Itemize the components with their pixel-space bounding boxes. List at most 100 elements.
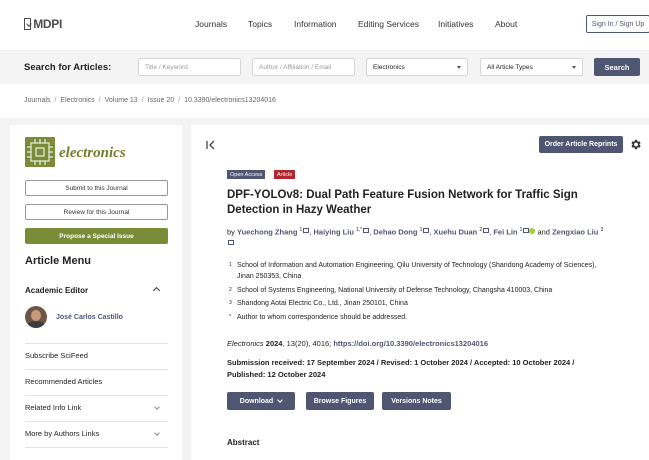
- by-label: by: [227, 227, 235, 237]
- mail-icon[interactable]: [303, 228, 310, 233]
- doi-link[interactable]: https://doi.org/10.3390/electronics13204…: [333, 339, 488, 348]
- journal-select[interactable]: Electronics: [366, 58, 468, 76]
- article-type-badge: Article: [274, 170, 296, 179]
- author-affiliation-sup: 1: [519, 227, 523, 233]
- editor-name-link[interactable]: José Carlos Castillo: [56, 314, 123, 321]
- article-menu-title: Article Menu: [25, 255, 92, 267]
- divider: [25, 395, 168, 396]
- author-affiliation-sup: 1: [299, 227, 303, 233]
- affiliation-number: 1: [229, 262, 232, 268]
- mail-icon[interactable]: [363, 228, 370, 233]
- author-name[interactable]: Dehao Dong: [373, 228, 417, 237]
- article-type-select[interactable]: All Article Types: [480, 58, 583, 76]
- author-name[interactable]: Zengxiao Liu: [552, 228, 598, 237]
- affiliation-item: * Author to whom correspondence should b…: [229, 312, 599, 323]
- affiliation-item: 1 School of Information and Automation E…: [229, 260, 599, 282]
- open-access-badge: Open Access: [227, 170, 266, 179]
- breadcrumb: Journals / Electronics / Volume 13/ Issue …: [24, 97, 276, 104]
- affiliation-number: 3: [229, 300, 232, 306]
- orcid-icon[interactable]: [529, 227, 536, 234]
- affiliation-number: 2: [229, 287, 232, 293]
- mdpi-logo-text: MDPI: [33, 17, 62, 31]
- author-name[interactable]: Xuehu Duan: [434, 228, 478, 237]
- author-list: by Yuechong Zhang 1, Haiying Liu 1,*, De…: [227, 224, 607, 251]
- subscribe-scifeed-link[interactable]: Subscribe SciFeed: [25, 351, 168, 360]
- propose-special-issue-button[interactable]: Propose a Special Issue: [25, 228, 168, 244]
- chevron-up-icon[interactable]: [152, 286, 161, 295]
- keyword-input[interactable]: Title / Keyword: [138, 58, 241, 76]
- journal-logo-icon[interactable]: [25, 137, 55, 167]
- mail-icon[interactable]: [228, 240, 234, 245]
- search-title: Search for Articles:: [24, 62, 112, 73]
- publication-dates: Submission received: 17 September 2024 /…: [227, 358, 575, 379]
- author-affiliation-sup: 1: [419, 227, 423, 233]
- versions-notes-button[interactable]: Versions Notes: [382, 392, 451, 410]
- author-name[interactable]: Haiying Liu: [313, 228, 353, 237]
- divider: [25, 447, 168, 448]
- divider: [25, 343, 168, 344]
- breadcrumb-separator: /: [54, 97, 57, 104]
- breadcrumb-issue[interactable]: Issue 20: [148, 97, 174, 104]
- affiliation-text: Shandong Aotai Electric Co., Ltd., Jinan…: [237, 300, 408, 307]
- affiliation-item: 2 School of Systems Engineering, Nationa…: [229, 285, 599, 296]
- nav-initiatives[interactable]: Initiatives: [438, 19, 473, 29]
- breadcrumb-separator: /: [141, 97, 144, 104]
- divider: [25, 421, 168, 422]
- author-affiliation-sup: 1,*: [356, 227, 363, 233]
- nav-about[interactable]: About: [495, 19, 517, 29]
- mdpi-logo[interactable]: MDPI: [24, 13, 62, 35]
- author-name[interactable]: Fei Lin: [493, 228, 517, 237]
- breadcrumb-separator: /: [178, 97, 181, 104]
- author-input[interactable]: Author / Affiliation / Email: [252, 58, 355, 76]
- nav-topics[interactable]: Topics: [248, 19, 272, 29]
- nav-journals[interactable]: Journals: [195, 19, 227, 29]
- download-button[interactable]: Download: [227, 392, 295, 410]
- affiliation-text: Author to whom correspondence should be …: [237, 314, 408, 321]
- author-affiliation-sup: 2: [479, 227, 483, 233]
- chevron-down-icon: [572, 65, 576, 69]
- related-info-link[interactable]: Related Info Link: [25, 403, 168, 412]
- article-title: DPF-YOLOv8: Dual Path Feature Fusion Net…: [227, 189, 578, 216]
- left-sidebar: electronics Submit to this Journal Revie…: [10, 125, 182, 460]
- breadcrumb-journals[interactable]: Journals: [24, 97, 50, 104]
- mdpi-logo-icon: [24, 18, 32, 30]
- browse-figures-button[interactable]: Browse Figures: [306, 392, 374, 410]
- more-by-authors-link[interactable]: More by Authors Links: [25, 429, 168, 438]
- journal-name[interactable]: electronics: [59, 145, 126, 162]
- chevron-down-icon: [457, 65, 461, 69]
- breadcrumb-separator: /: [98, 97, 101, 104]
- recommended-articles-link[interactable]: Recommended Articles: [25, 377, 168, 386]
- top-navigation: MDPI Journals Topics Information Editing…: [0, 0, 649, 50]
- nav-information[interactable]: Information: [294, 19, 337, 29]
- divider: [25, 369, 168, 370]
- mail-icon[interactable]: [423, 228, 430, 233]
- article-type-select-value: All Article Types: [487, 63, 533, 71]
- author-name[interactable]: Yuechong Zhang: [237, 228, 297, 237]
- breadcrumb-electronics[interactable]: Electronics: [60, 97, 94, 104]
- review-for-journal-button[interactable]: Review for this Journal: [25, 204, 168, 220]
- author-affiliation-sup: 3: [600, 227, 604, 233]
- citation-volume: , 13(20), 4016;: [282, 339, 334, 348]
- affiliation-text: School of Information and Automation Eng…: [237, 262, 597, 280]
- citation-year: 2024: [265, 339, 283, 348]
- breadcrumb-volume[interactable]: Volume 13: [105, 97, 138, 104]
- affiliation-text: School of Systems Engineering, National …: [237, 287, 553, 294]
- and-label: and: [537, 227, 550, 237]
- collapse-sidebar-icon[interactable]: [205, 139, 217, 151]
- journal-select-value: Electronics: [373, 63, 405, 71]
- order-reprints-button[interactable]: Order Article Reprints: [539, 136, 623, 153]
- citation-line: Electronics 2024, 13(20), 4016; https://…: [227, 339, 488, 348]
- citation-journal: Electronics: [227, 339, 264, 348]
- mail-icon[interactable]: [483, 228, 490, 233]
- chevron-down-icon: [277, 396, 284, 403]
- academic-editor-label[interactable]: Academic Editor: [25, 286, 88, 295]
- submit-to-journal-button[interactable]: Submit to this Journal: [25, 180, 168, 196]
- breadcrumb-doi: 10.3390/electronics13204016: [184, 97, 276, 104]
- gear-icon[interactable]: [629, 138, 642, 151]
- affiliation-number: *: [229, 314, 231, 320]
- sign-in-button[interactable]: Sign In / Sign Up: [586, 15, 649, 33]
- nav-editing-services[interactable]: Editing Services: [358, 19, 419, 29]
- search-button[interactable]: Search: [594, 58, 640, 76]
- affiliation-item: 3 Shandong Aotai Electric Co., Ltd., Jin…: [229, 298, 599, 309]
- article-main: Order Article Reprints Open Access Artic…: [191, 125, 649, 460]
